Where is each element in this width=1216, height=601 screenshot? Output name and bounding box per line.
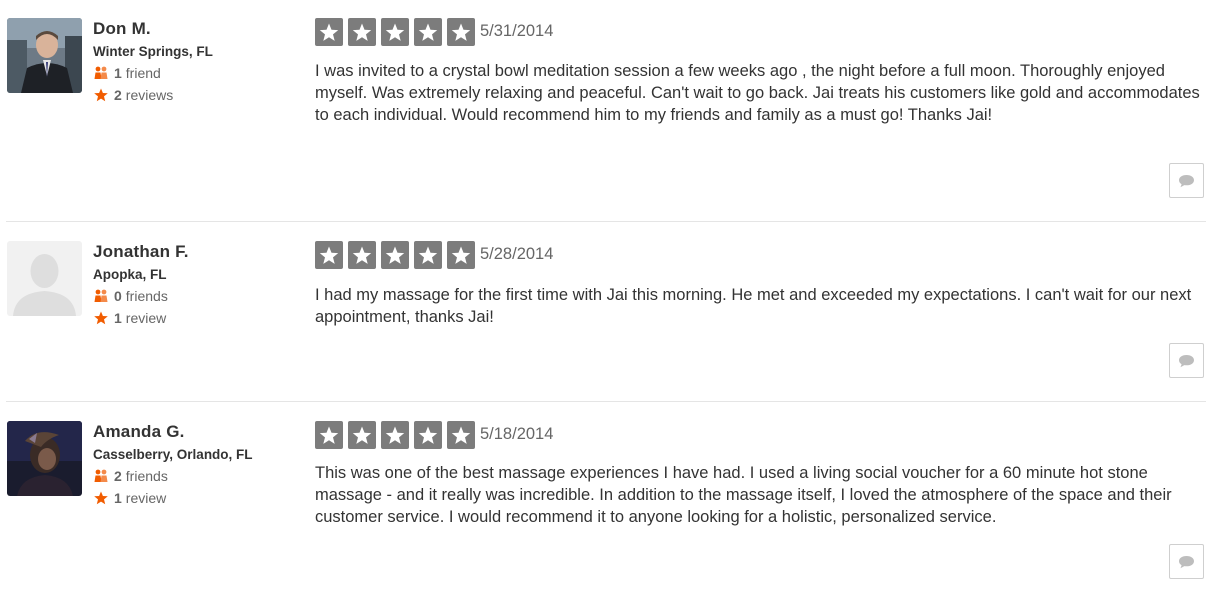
friends-icon — [93, 469, 109, 483]
rating-stars — [315, 18, 480, 46]
friends-count-value: 0 — [114, 288, 122, 304]
friends-count: 1 friend — [93, 64, 161, 82]
friends-label: friends — [125, 288, 168, 304]
user-name[interactable]: Amanda G. — [93, 422, 185, 442]
rating-star-icon — [381, 18, 409, 46]
review-date: 5/31/2014 — [480, 22, 554, 40]
friends-icon — [93, 66, 109, 80]
rating-star-icon — [414, 421, 442, 449]
rating-star-icon — [381, 421, 409, 449]
rating-stars — [315, 241, 480, 269]
friends-count-value: 1 — [114, 65, 122, 81]
star-icon — [93, 88, 109, 102]
review-item: Jonathan F. Apopka, FL 0 friends 1 revie… — [0, 241, 1216, 391]
user-name[interactable]: Jonathan F. — [93, 242, 189, 262]
reviews-count-value: 2 — [114, 87, 122, 103]
friends-count: 0 friends — [93, 287, 168, 305]
friends-icon — [93, 289, 109, 303]
review-date: 5/28/2014 — [480, 245, 554, 263]
review-item: Don M. Winter Springs, FL 1 friend 2 rev… — [0, 18, 1216, 218]
review-text: I was invited to a crystal bowl meditati… — [315, 62, 1200, 124]
rating-stars — [315, 421, 480, 449]
user-name[interactable]: Don M. — [93, 19, 151, 39]
reviews-count-value: 1 — [114, 490, 122, 506]
rating-star-icon — [315, 18, 343, 46]
review-divider — [6, 221, 1206, 222]
rating-star-icon — [348, 421, 376, 449]
rating-star-icon — [447, 241, 475, 269]
comment-button[interactable] — [1169, 163, 1204, 198]
reviews-count: 2 reviews — [93, 86, 173, 104]
rating-star-icon — [315, 241, 343, 269]
friends-count: 2 friends — [93, 467, 168, 485]
review-date: 5/18/2014 — [480, 425, 554, 443]
reviews-count-value: 1 — [114, 310, 122, 326]
rating-star-icon — [348, 18, 376, 46]
comment-bubble-icon — [1179, 174, 1194, 187]
reviews-label: review — [125, 490, 167, 506]
friends-count-value: 2 — [114, 468, 122, 484]
rating-star-icon — [447, 18, 475, 46]
comment-button[interactable] — [1169, 544, 1204, 579]
review-item: Amanda G. Casselberry, Orlando, FL 2 fri… — [0, 421, 1216, 591]
user-avatar[interactable] — [7, 421, 82, 496]
reviews-count: 1 review — [93, 309, 166, 327]
rating-star-icon — [414, 18, 442, 46]
friends-label: friend — [125, 65, 161, 81]
comment-bubble-icon — [1179, 555, 1194, 568]
user-location: Winter Springs, FL — [93, 44, 213, 59]
reviews-count: 1 review — [93, 489, 166, 507]
review-divider — [6, 401, 1206, 402]
rating-star-icon — [348, 241, 376, 269]
rating-star-icon — [414, 241, 442, 269]
avatar-photo-icon — [7, 18, 82, 93]
friends-label: friends — [125, 468, 168, 484]
user-location: Apopka, FL — [93, 267, 167, 282]
comment-bubble-icon — [1179, 354, 1194, 367]
review-text: I had my massage for the first time with… — [315, 286, 1192, 326]
star-icon — [93, 491, 109, 505]
user-avatar[interactable] — [7, 18, 82, 93]
rating-star-icon — [381, 241, 409, 269]
rating-star-icon — [315, 421, 343, 449]
avatar-photo-icon — [7, 421, 82, 496]
reviews-label: reviews — [125, 87, 174, 103]
star-icon — [93, 311, 109, 325]
user-location: Casselberry, Orlando, FL — [93, 447, 253, 462]
user-avatar[interactable] — [7, 241, 82, 316]
review-text: This was one of the best massage experie… — [315, 464, 1172, 526]
comment-button[interactable] — [1169, 343, 1204, 378]
default-avatar-icon — [7, 241, 82, 316]
review-list: Don M. Winter Springs, FL 1 friend 2 rev… — [0, 0, 1216, 601]
reviews-label: review — [125, 310, 167, 326]
rating-star-icon — [447, 421, 475, 449]
